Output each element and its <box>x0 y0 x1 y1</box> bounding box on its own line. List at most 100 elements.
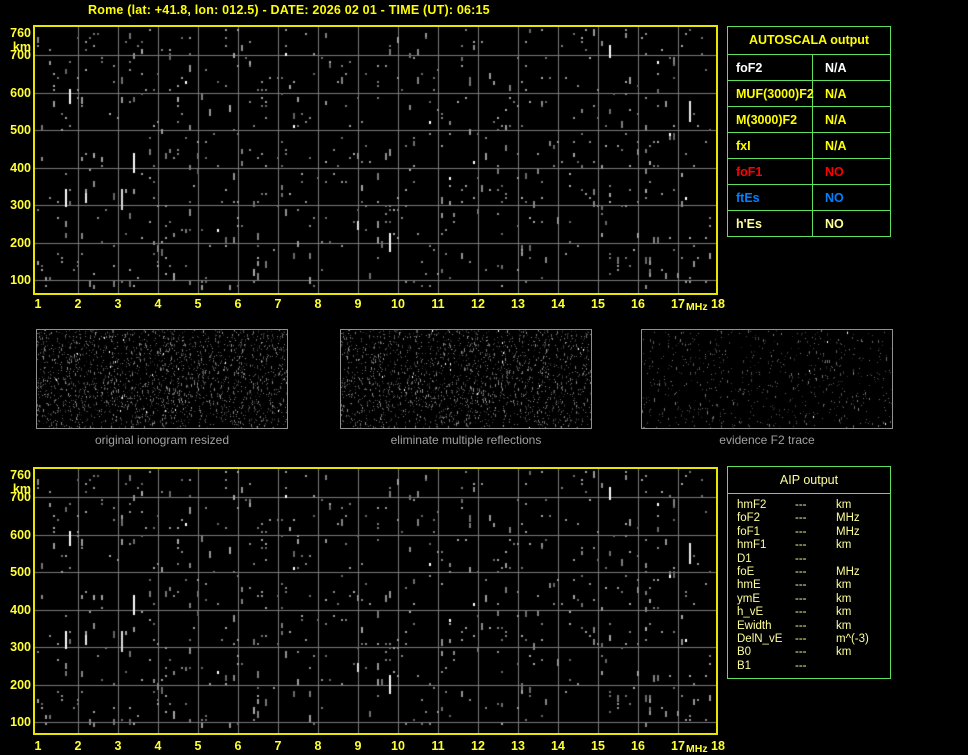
x-axis-tick: 4 <box>154 297 162 311</box>
x-axis-tick: 16 <box>631 297 645 311</box>
aip-row-unit <box>836 660 890 673</box>
x-axis-tick: 6 <box>234 297 242 311</box>
x-axis-tick: 11 <box>431 297 445 311</box>
aip-table-row: B0 --- km <box>737 646 890 659</box>
aip-row-label: hmF2 <box>737 499 767 511</box>
aip-row-label: foF1 <box>737 525 761 538</box>
aip-row-label: foE <box>737 565 755 578</box>
panel-canvas-original <box>37 330 287 428</box>
y-axis-tick: 400 <box>10 602 31 617</box>
x-axis-tick: 10 <box>391 739 405 753</box>
aip-row-unit: MHz <box>836 565 860 578</box>
panel-canvas-f2trace <box>642 330 892 428</box>
autoscala-table-row: ftEs NO <box>728 185 890 211</box>
autoscala-row-value: N/A <box>825 138 847 153</box>
autoscala-table-row: MUF(3000)F2 N/A <box>728 81 890 107</box>
x-axis-tick: 4 <box>154 739 162 753</box>
autoscala-row-value: N/A <box>825 112 847 127</box>
x-axis-tick: 3 <box>114 297 122 311</box>
aip-row-unit: km <box>836 619 852 632</box>
ionogram-canvas-top <box>35 27 716 293</box>
panel-caption-f2trace: evidence F2 trace <box>719 433 815 447</box>
autoscala-row-label: fxI <box>728 133 813 158</box>
y-axis-tick: 300 <box>10 640 31 654</box>
x-axis-tick: 12 <box>471 297 485 311</box>
y-axis-tick: 200 <box>10 235 31 250</box>
aip-output-table: AIP output hmF2 --- km foF2 --- MHz foF1 --- MHz… <box>727 466 891 679</box>
aip-table-header: AIP output <box>728 467 890 494</box>
aip-row-value: --- <box>795 632 807 645</box>
aip-row-value: --- <box>795 579 807 592</box>
aip-row-value: --- <box>795 512 807 525</box>
x-axis-tick: 8 <box>314 297 322 311</box>
aip-row-label: hmE <box>737 579 761 592</box>
aip-row-label: D1 <box>737 552 752 565</box>
x-axis-tick: 1 <box>34 739 42 753</box>
x-axis-tick: 9 <box>354 739 362 753</box>
aip-row-label: DelN_vE <box>737 632 783 645</box>
y-axis-unit-label: km <box>12 40 31 54</box>
x-axis-tick: 11 <box>431 739 445 753</box>
autoscala-table-row: M(3000)F2 N/A <box>728 107 890 133</box>
autoscala-table-row: foF2 N/A <box>728 55 890 81</box>
aip-row-value: --- <box>795 659 807 672</box>
autoscala-window: Rome (lat: +41.8, lon: 012.5) - DATE: 20… <box>0 0 968 755</box>
autoscala-table-row: h'Es NO <box>728 211 890 236</box>
aip-row-unit: km <box>836 606 852 619</box>
aip-table-row: D1 --- <box>737 553 890 566</box>
aip-table-body: hmF2 --- km foF2 --- MHz foF1 --- MHz hmF1 --- km D1… <box>728 494 890 673</box>
autoscala-row-value: N/A <box>825 86 847 101</box>
aip-row-unit: km <box>836 646 852 659</box>
panel-canvas-reflections <box>341 330 591 428</box>
x-axis-tick: 15 <box>591 739 605 753</box>
x-axis-tick: 12 <box>471 739 485 753</box>
autoscala-row-value: NO <box>825 164 844 179</box>
x-axis-unit-label: MHz <box>686 301 708 313</box>
aip-row-unit: km <box>836 592 852 605</box>
panel-eliminate-reflections <box>340 329 592 429</box>
panel-caption-original: original ionogram resized <box>94 433 230 447</box>
ionogram-plot-top <box>33 25 718 295</box>
aip-row-value: --- <box>795 619 807 632</box>
aip-row-value: --- <box>795 525 807 538</box>
aip-row-label: h_vE <box>737 606 764 619</box>
autoscala-row-label: h'Es <box>728 211 813 236</box>
aip-table-row: hmF1 --- km <box>737 539 890 552</box>
aip-table-row: hmF2 --- km <box>737 499 890 512</box>
aip-row-label: foF2 <box>737 512 761 525</box>
x-axis-tick: 9 <box>354 297 362 311</box>
x-axis-unit-label: MHz <box>686 743 708 755</box>
x-axis-tick: 7 <box>274 739 282 753</box>
y-axis-tick: 100 <box>10 715 31 729</box>
autoscala-table-row: fxI N/A <box>728 133 890 159</box>
x-axis-tick: 8 <box>314 739 322 753</box>
y-axis-tick: 100 <box>10 273 31 287</box>
aip-row-unit: km <box>836 579 852 592</box>
panel-original-ionogram <box>36 329 288 429</box>
aip-row-label: hmF1 <box>737 539 767 552</box>
y-axis-tick: 600 <box>10 85 31 100</box>
aip-row-value: --- <box>795 539 807 552</box>
page-title: Rome (lat: +41.8, lon: 012.5) - DATE: 20… <box>88 3 490 17</box>
autoscala-table-body: foF2 N/A MUF(3000)F2 N/A M(3000)F2 N/A fxI N/A f… <box>728 55 890 236</box>
aip-table-row: foF1 --- MHz <box>737 526 890 539</box>
aip-table-row: ymE --- km <box>737 593 890 606</box>
x-axis-tick: 13 <box>511 297 525 311</box>
autoscala-row-label: foF1 <box>728 159 813 184</box>
x-axis-tick: 5 <box>194 739 202 753</box>
x-axis-tick: 5 <box>194 297 202 311</box>
aip-table-row: B1 --- <box>737 660 890 673</box>
autoscala-table-header: AUTOSCALA output <box>728 27 890 55</box>
x-axis-tick: 6 <box>234 739 242 753</box>
autoscala-row-value: NO <box>825 216 844 231</box>
aip-row-label: ymE <box>737 592 760 605</box>
aip-row-unit: m^(-3) <box>836 632 869 645</box>
y-axis-tick: 500 <box>10 123 31 137</box>
panel-caption-reflections: eliminate multiple reflections <box>390 433 542 447</box>
aip-row-label: B1 <box>737 659 752 672</box>
aip-table-row: Ewidth --- km <box>737 620 890 633</box>
aip-table-row: hmE --- km <box>737 579 890 592</box>
aip-row-value: --- <box>795 499 807 511</box>
y-axis-unit-label: km <box>12 482 31 496</box>
x-axis-tick: 13 <box>511 739 525 753</box>
